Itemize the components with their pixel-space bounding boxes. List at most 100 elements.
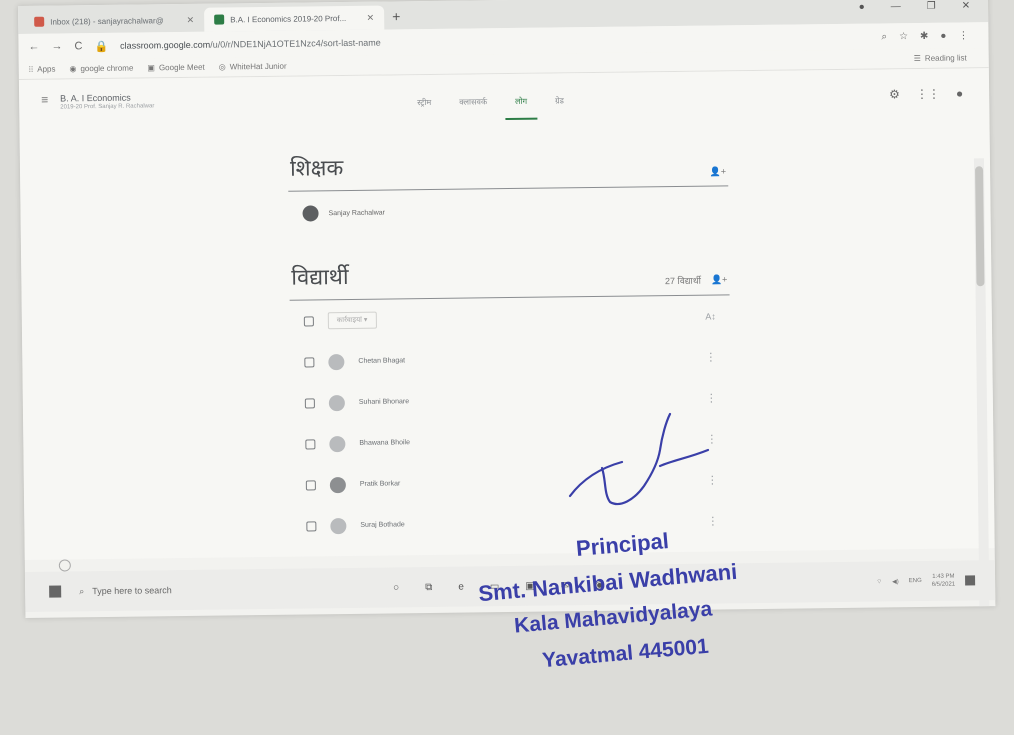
class-subtitle: 2019-20 Prof. Sanjay R. Rachalwar	[60, 103, 155, 111]
bookmark-star-icon[interactable]: ☆	[899, 31, 908, 42]
stamp-institution: Kala Mahavidyalaya	[513, 597, 714, 638]
tab-stream[interactable]: स्ट्रीम	[417, 97, 431, 108]
hamburger-menu-icon[interactable]: ≡	[41, 93, 48, 107]
tab-people[interactable]: लोग	[515, 96, 527, 107]
kebab-menu-icon[interactable]: ⋮	[958, 30, 968, 41]
reading-list-icon: ☰	[913, 53, 921, 64]
gmail-icon	[34, 16, 45, 27]
principal-stamp: Principal Smt. Nankibai Wadhwani Kala Ma…	[470, 408, 800, 698]
meet-icon: ▣	[147, 63, 155, 73]
header-tools: ⚙ ⋮⋮ ●	[889, 86, 963, 101]
clock-time: 1:43 PM	[932, 573, 955, 580]
student-row[interactable]: Chetan Bhagat ⋮	[290, 336, 730, 382]
system-tray: ⌔ ◀) ENG 1:43 PM 6/5/2021	[876, 572, 976, 589]
invite-student-icon[interactable]: 👤+	[711, 274, 728, 285]
student-checkbox[interactable]	[306, 520, 317, 532]
avatar	[328, 353, 345, 370]
profile-avatar-icon[interactable]: ●	[940, 30, 946, 41]
tab-classwork[interactable]: क्लासवर्क	[459, 96, 487, 107]
search-placeholder: Type here to search	[92, 585, 172, 597]
scrollbar-thumb[interactable]	[975, 166, 985, 287]
extensions-icon[interactable]: ✱	[920, 30, 929, 41]
bookmark-chrome[interactable]: ◉ google chrome	[69, 64, 133, 74]
bookmark-label: google chrome	[80, 63, 134, 74]
page-scrollbar[interactable]	[973, 158, 990, 607]
close-tab-icon[interactable]: ✕	[367, 12, 375, 23]
close-window-icon[interactable]: ✕	[962, 0, 971, 11]
teachers-heading: शिक्षक	[289, 156, 344, 182]
lock-icon: 🔒	[94, 40, 109, 53]
url-field[interactable]: classroom.google.com/u/0/r/NDE1NjA1OTE1N…	[120, 32, 869, 51]
student-checkbox[interactable]	[304, 356, 315, 368]
edge-icon[interactable]: e	[458, 581, 464, 592]
volume-icon[interactable]: ◀)	[892, 578, 899, 585]
cortana-icon[interactable]: ○	[393, 582, 399, 593]
teacher-row[interactable]: Sanjay Rachalwar	[288, 186, 729, 235]
classroom-icon	[214, 14, 225, 25]
reading-list-button[interactable]: ☰ Reading list	[914, 53, 967, 63]
stamp-address: Yavatmal 445001	[541, 634, 710, 673]
profile-dot-icon[interactable]: ●	[859, 2, 865, 13]
search-icon[interactable]: ⌕	[881, 31, 887, 42]
more-options-icon[interactable]: ⋮	[706, 391, 717, 404]
tab-gmail[interactable]: Inbox (218) - sanjayrachalwar@ ✕	[24, 8, 204, 34]
invite-teacher-icon[interactable]: 👤+	[710, 166, 727, 177]
actions-label: कार्रवाइयां	[336, 316, 362, 325]
close-tab-icon[interactable]: ✕	[187, 14, 195, 25]
google-apps-icon[interactable]: ⋮⋮	[916, 87, 940, 101]
student-checkbox[interactable]	[305, 438, 316, 450]
help-icon[interactable]	[58, 559, 71, 572]
actions-dropdown[interactable]: कार्रवाइयां ▾	[327, 311, 377, 330]
bookmark-apps[interactable]: ⁞⁞ Apps	[29, 65, 56, 74]
search-icon: ⌕	[79, 585, 85, 596]
actions-row: कार्रवाइयां ▾ A↕	[290, 295, 730, 341]
language-indicator[interactable]: ENG	[909, 578, 922, 584]
reading-list-label: Reading list	[924, 53, 967, 63]
bookmark-label: Google Meet	[158, 62, 205, 73]
tab-grades[interactable]: ग्रेड	[555, 95, 564, 106]
student-checkbox[interactable]	[304, 397, 315, 409]
clock-date: 6/5/2021	[931, 581, 956, 588]
class-nav-tabs: स्ट्रीम क्लासवर्क लोग ग्रेड	[417, 95, 564, 108]
student-checkbox[interactable]	[305, 479, 316, 491]
settings-gear-icon[interactable]: ⚙	[889, 87, 900, 101]
clock[interactable]: 1:43 PM 6/5/2021	[932, 573, 956, 589]
sort-icon[interactable]: A↕	[705, 311, 716, 321]
forward-icon[interactable]: →	[51, 40, 62, 52]
bookmark-label: Apps	[37, 64, 56, 74]
new-tab-button[interactable]: +	[392, 8, 400, 24]
bookmark-whitehat[interactable]: ◎ WhiteHat Junior	[219, 62, 287, 72]
avatar	[328, 394, 345, 411]
student-name: Bhawana Bhoile	[359, 439, 411, 447]
class-header: ≡ B. A. I Economics 2019-20 Prof. Sanjay…	[41, 92, 155, 111]
teacher-name: Sanjay Rachalwar	[328, 209, 386, 217]
student-name: Pratik Borkar	[359, 480, 401, 488]
tab-classroom[interactable]: B.A. I Economics 2019-20 Prof... ✕	[204, 5, 385, 32]
notification-icon[interactable]	[965, 575, 976, 586]
avatar	[302, 205, 319, 222]
tab-label: B.A. I Economics 2019-20 Prof...	[230, 13, 347, 24]
reload-icon[interactable]: C	[74, 40, 82, 52]
students-section-header: विद्यार्थी 27 विद्यार्थी 👤+	[289, 256, 730, 301]
more-options-icon[interactable]: ⋮	[705, 350, 716, 363]
minimize-icon[interactable]: —	[891, 1, 901, 12]
task-view-icon[interactable]: ⧉	[425, 581, 432, 592]
class-name[interactable]: B. A. I Economics	[60, 92, 154, 104]
account-avatar-icon[interactable]: ●	[956, 86, 963, 100]
avatar	[330, 517, 347, 534]
restore-icon[interactable]: ❐	[927, 1, 936, 12]
student-name: Chetan Bhagat	[358, 357, 406, 365]
url-path: /u/0/r/NDE1NjA1OTE1Nzc4/sort-last-name	[210, 37, 381, 50]
student-name: Suhani Bhonare	[358, 398, 410, 406]
teachers-section-header: शिक्षक 👤+	[287, 147, 729, 192]
back-icon[interactable]: ←	[28, 41, 39, 53]
bookmark-meet[interactable]: ▣ Google Meet	[147, 63, 204, 73]
students-heading: विद्यार्थी	[291, 264, 349, 291]
select-all-checkbox[interactable]	[303, 315, 314, 327]
url-host: classroom.google.com	[120, 39, 211, 51]
network-icon[interactable]: ⌔	[876, 577, 882, 585]
tab-label: Inbox (218) - sanjayrachalwar@	[50, 15, 164, 27]
student-name: Suraj Bothade	[360, 521, 405, 529]
windows-start-icon[interactable]	[49, 585, 62, 598]
taskbar-search-box[interactable]: ⌕ Type here to search	[79, 583, 321, 597]
